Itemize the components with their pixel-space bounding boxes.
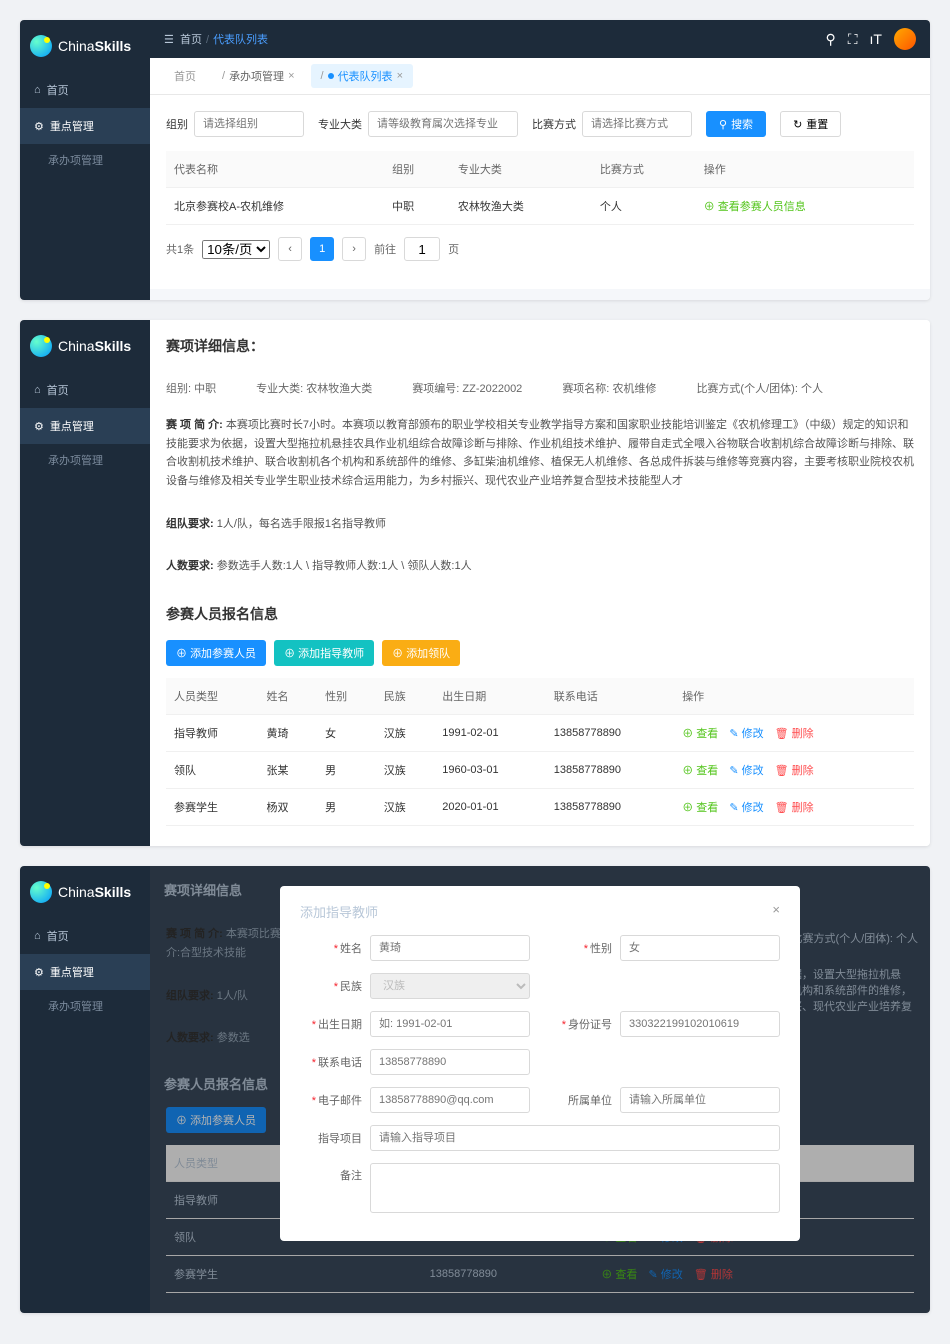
tab-teamlist[interactable]: /代表队列表×: [311, 64, 414, 88]
reg-title: 参赛人员报名信息: [150, 588, 930, 640]
reset-button[interactable]: ↻重置: [780, 111, 841, 137]
unit-input[interactable]: [620, 1087, 780, 1113]
nav-site-manage[interactable]: ⚙重点管理: [20, 108, 150, 144]
view-link[interactable]: ⊕ 查看: [682, 728, 718, 740]
gear-icon: ⚙: [34, 120, 44, 133]
filter-major-select[interactable]: [368, 111, 518, 137]
filter-major-label: 专业大类: [318, 116, 362, 132]
pager-page-1[interactable]: 1: [310, 237, 334, 261]
table-row: 领队张某男汉族1960-03-0113858778890 ⊕ 查看 ✎ 修改 🗑…: [166, 752, 914, 789]
pager-goto-input[interactable]: [404, 237, 440, 261]
edit-link[interactable]: ✎ 修改: [729, 802, 763, 814]
delete-link[interactable]: 🗑 删除: [775, 765, 814, 777]
nav-sub-org[interactable]: 承办项管理: [20, 444, 150, 476]
delete-link[interactable]: 🗑 删除: [775, 728, 814, 740]
nav-home[interactable]: ⌂首页: [20, 72, 150, 108]
nav-sub-org[interactable]: 承办项管理: [20, 144, 150, 176]
font-icon[interactable]: ıT: [870, 31, 882, 47]
nav-sub-org[interactable]: 承办项管理: [20, 990, 150, 1022]
refresh-icon: ↻: [793, 118, 802, 131]
pager-size[interactable]: 10条/页: [202, 240, 270, 259]
col-ops: 操作: [696, 151, 914, 188]
detail-title: 赛项详细信息：: [150, 320, 930, 372]
filter-mode-select[interactable]: [582, 111, 692, 137]
avatar[interactable]: [894, 28, 916, 50]
name-input[interactable]: [370, 935, 530, 961]
brand-logo: ChinaSkills: [20, 20, 150, 72]
col-group: 组别: [384, 151, 450, 188]
pager-prev[interactable]: ‹: [278, 237, 302, 261]
nav-home[interactable]: ⌂首页: [20, 372, 150, 408]
project-input[interactable]: [370, 1125, 780, 1151]
add-instructor-modal: 添加指导教师 × *姓名 *性别 *民族汉族 *出生日期 *身份证号: [280, 886, 800, 1241]
nation-select[interactable]: 汉族: [370, 973, 530, 999]
nav-site-manage[interactable]: ⚙重点管理: [20, 408, 150, 444]
add-participant-button[interactable]: ⊕ 添加参赛人员: [166, 640, 266, 666]
logo-icon: [30, 35, 52, 57]
tab-home[interactable]: 首页: [164, 64, 206, 88]
close-icon[interactable]: ×: [772, 902, 780, 921]
filter-group-select[interactable]: [194, 111, 304, 137]
brand-logo: ChinaSkills: [20, 866, 150, 918]
col-major: 专业大类: [450, 151, 592, 188]
idcard-input[interactable]: [620, 1011, 780, 1037]
edit-link[interactable]: ✎ 修改: [729, 765, 763, 777]
email-input[interactable]: [370, 1087, 530, 1113]
remark-input[interactable]: [370, 1163, 780, 1213]
table-row: 参赛学生杨双男汉族2020-01-0113858778890 ⊕ 查看 ✎ 修改…: [166, 789, 914, 826]
add-instructor-button[interactable]: ⊕ 添加指导教师: [274, 640, 374, 666]
filter-group-label: 组别: [166, 116, 188, 132]
table-row: 指导教师黄琦女汉族1991-02-0113858778890 ⊕ 查看 ✎ 修改…: [166, 715, 914, 752]
home-icon: ⌂: [34, 84, 41, 96]
modal-title: 添加指导教师: [300, 902, 378, 921]
event-desc: 赛 项 简 介: 本赛项比赛时长7小时。本赛项以教育部颁布的职业学校相关专业教学…: [150, 404, 930, 503]
search-icon: ⚲: [719, 118, 727, 131]
delete-link[interactable]: 🗑 删除: [775, 802, 814, 814]
tab-org[interactable]: /承办项管理×: [212, 64, 305, 88]
fullscreen-icon[interactable]: ⛶: [848, 31, 858, 48]
pager-next[interactable]: ›: [342, 237, 366, 261]
phone-input[interactable]: [370, 1049, 530, 1075]
breadcrumb: ☰ 首页/代表队列表: [164, 31, 268, 47]
birth-input[interactable]: [370, 1011, 530, 1037]
pager-total: 共1条: [166, 241, 194, 257]
view-members-link[interactable]: ⊕ 查看参赛人员信息: [704, 201, 806, 213]
col-team-name: 代表名称: [166, 151, 384, 188]
brand-logo: ChinaSkills: [20, 320, 150, 372]
table-row: 北京参赛校A-农机维修 中职 农林牧渔大类 个人 ⊕ 查看参赛人员信息: [166, 188, 914, 225]
nav-home[interactable]: ⌂首页: [20, 918, 150, 954]
search-button[interactable]: ⚲搜索: [706, 111, 766, 137]
view-link[interactable]: ⊕ 查看: [682, 765, 718, 777]
nav-site-manage[interactable]: ⚙重点管理: [20, 954, 150, 990]
gender-select[interactable]: [620, 935, 780, 961]
edit-link[interactable]: ✎ 修改: [729, 728, 763, 740]
add-leader-button[interactable]: ⊕ 添加领队: [382, 640, 460, 666]
col-mode: 比赛方式: [592, 151, 696, 188]
search-icon[interactable]: ⚲: [825, 31, 835, 48]
filter-mode-label: 比赛方式: [532, 116, 576, 132]
view-link[interactable]: ⊕ 查看: [682, 802, 718, 814]
